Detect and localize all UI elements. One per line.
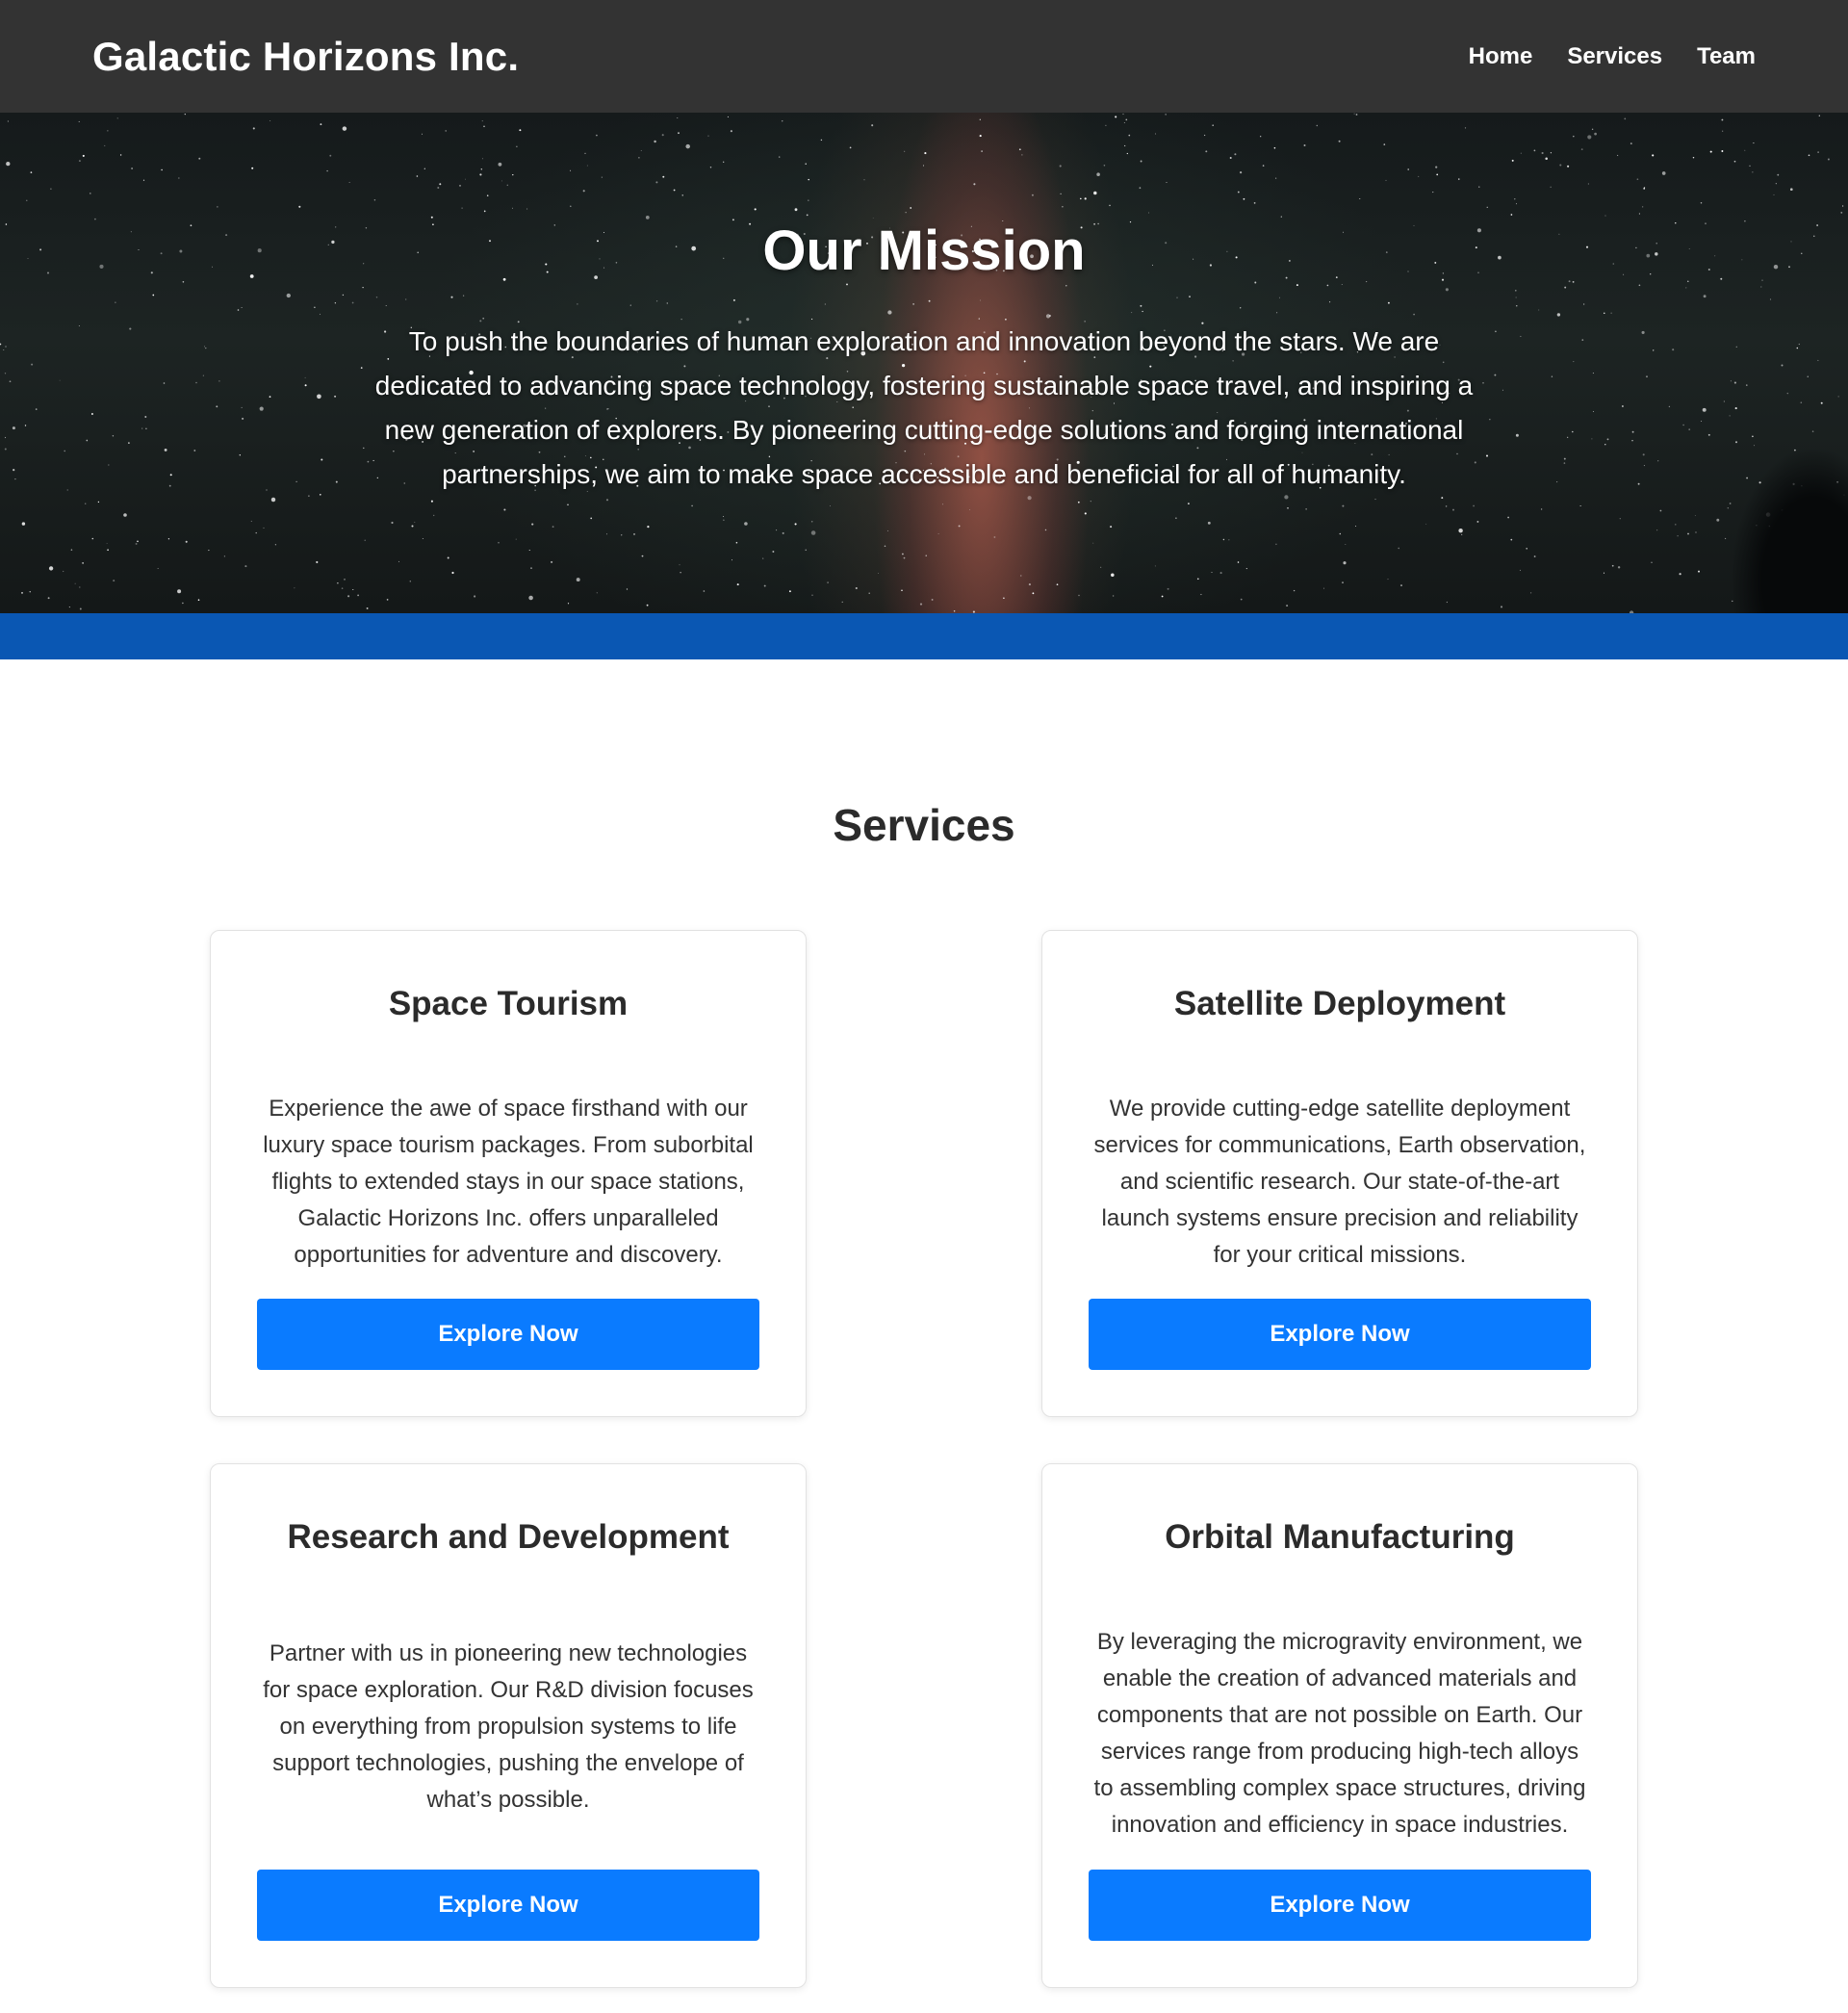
card-title: Research and Development bbox=[287, 1518, 730, 1556]
hero-content: Our Mission To push the boundaries of hu… bbox=[0, 113, 1848, 497]
services-section: Services Space Tourism Experience the aw… bbox=[0, 659, 1848, 1988]
hero-title: Our Mission bbox=[762, 219, 1086, 282]
explore-now-button[interactable]: Explore Now bbox=[1089, 1870, 1591, 1941]
service-card-space-tourism: Space Tourism Experience the awe of spac… bbox=[210, 930, 807, 1417]
card-title: Orbital Manufacturing bbox=[1165, 1518, 1515, 1556]
card-text: Experience the awe of space firsthand wi… bbox=[263, 1096, 754, 1268]
card-title: Space Tourism bbox=[388, 985, 629, 1022]
nav-link-team[interactable]: Team bbox=[1697, 43, 1756, 70]
card-text: Partner with us in pioneering new techno… bbox=[263, 1640, 754, 1813]
accent-band bbox=[0, 613, 1848, 659]
site-header: Galactic Horizons Inc. Home Services Tea… bbox=[0, 0, 1848, 113]
explore-now-button[interactable]: Explore Now bbox=[1089, 1299, 1591, 1370]
card-text: We provide cutting-edge satellite deploy… bbox=[1093, 1096, 1586, 1268]
hero-text: To push the boundaries of human explorat… bbox=[374, 326, 1474, 489]
services-title: Services bbox=[833, 800, 1015, 850]
services-grid: Space Tourism Experience the awe of spac… bbox=[0, 930, 1848, 1988]
service-card-orbital-manufacturing: Orbital Manufacturing By leveraging the … bbox=[1041, 1463, 1638, 1988]
card-text: By leveraging the microgravity environme… bbox=[1093, 1629, 1586, 1838]
explore-now-button[interactable]: Explore Now bbox=[257, 1870, 759, 1941]
mission-hero: Our Mission To push the boundaries of hu… bbox=[0, 113, 1848, 613]
brand-logo-text[interactable]: Galactic Horizons Inc. bbox=[92, 34, 519, 80]
explore-now-button[interactable]: Explore Now bbox=[257, 1299, 759, 1370]
card-title: Satellite Deployment bbox=[1173, 985, 1506, 1022]
nav-link-home[interactable]: Home bbox=[1469, 43, 1533, 70]
nav-link-services[interactable]: Services bbox=[1567, 43, 1662, 70]
main-nav: Home Services Team bbox=[1469, 43, 1756, 70]
service-card-research-development: Research and Development Partner with us… bbox=[210, 1463, 807, 1988]
service-card-satellite-deployment: Satellite Deployment We provide cutting-… bbox=[1041, 930, 1638, 1417]
